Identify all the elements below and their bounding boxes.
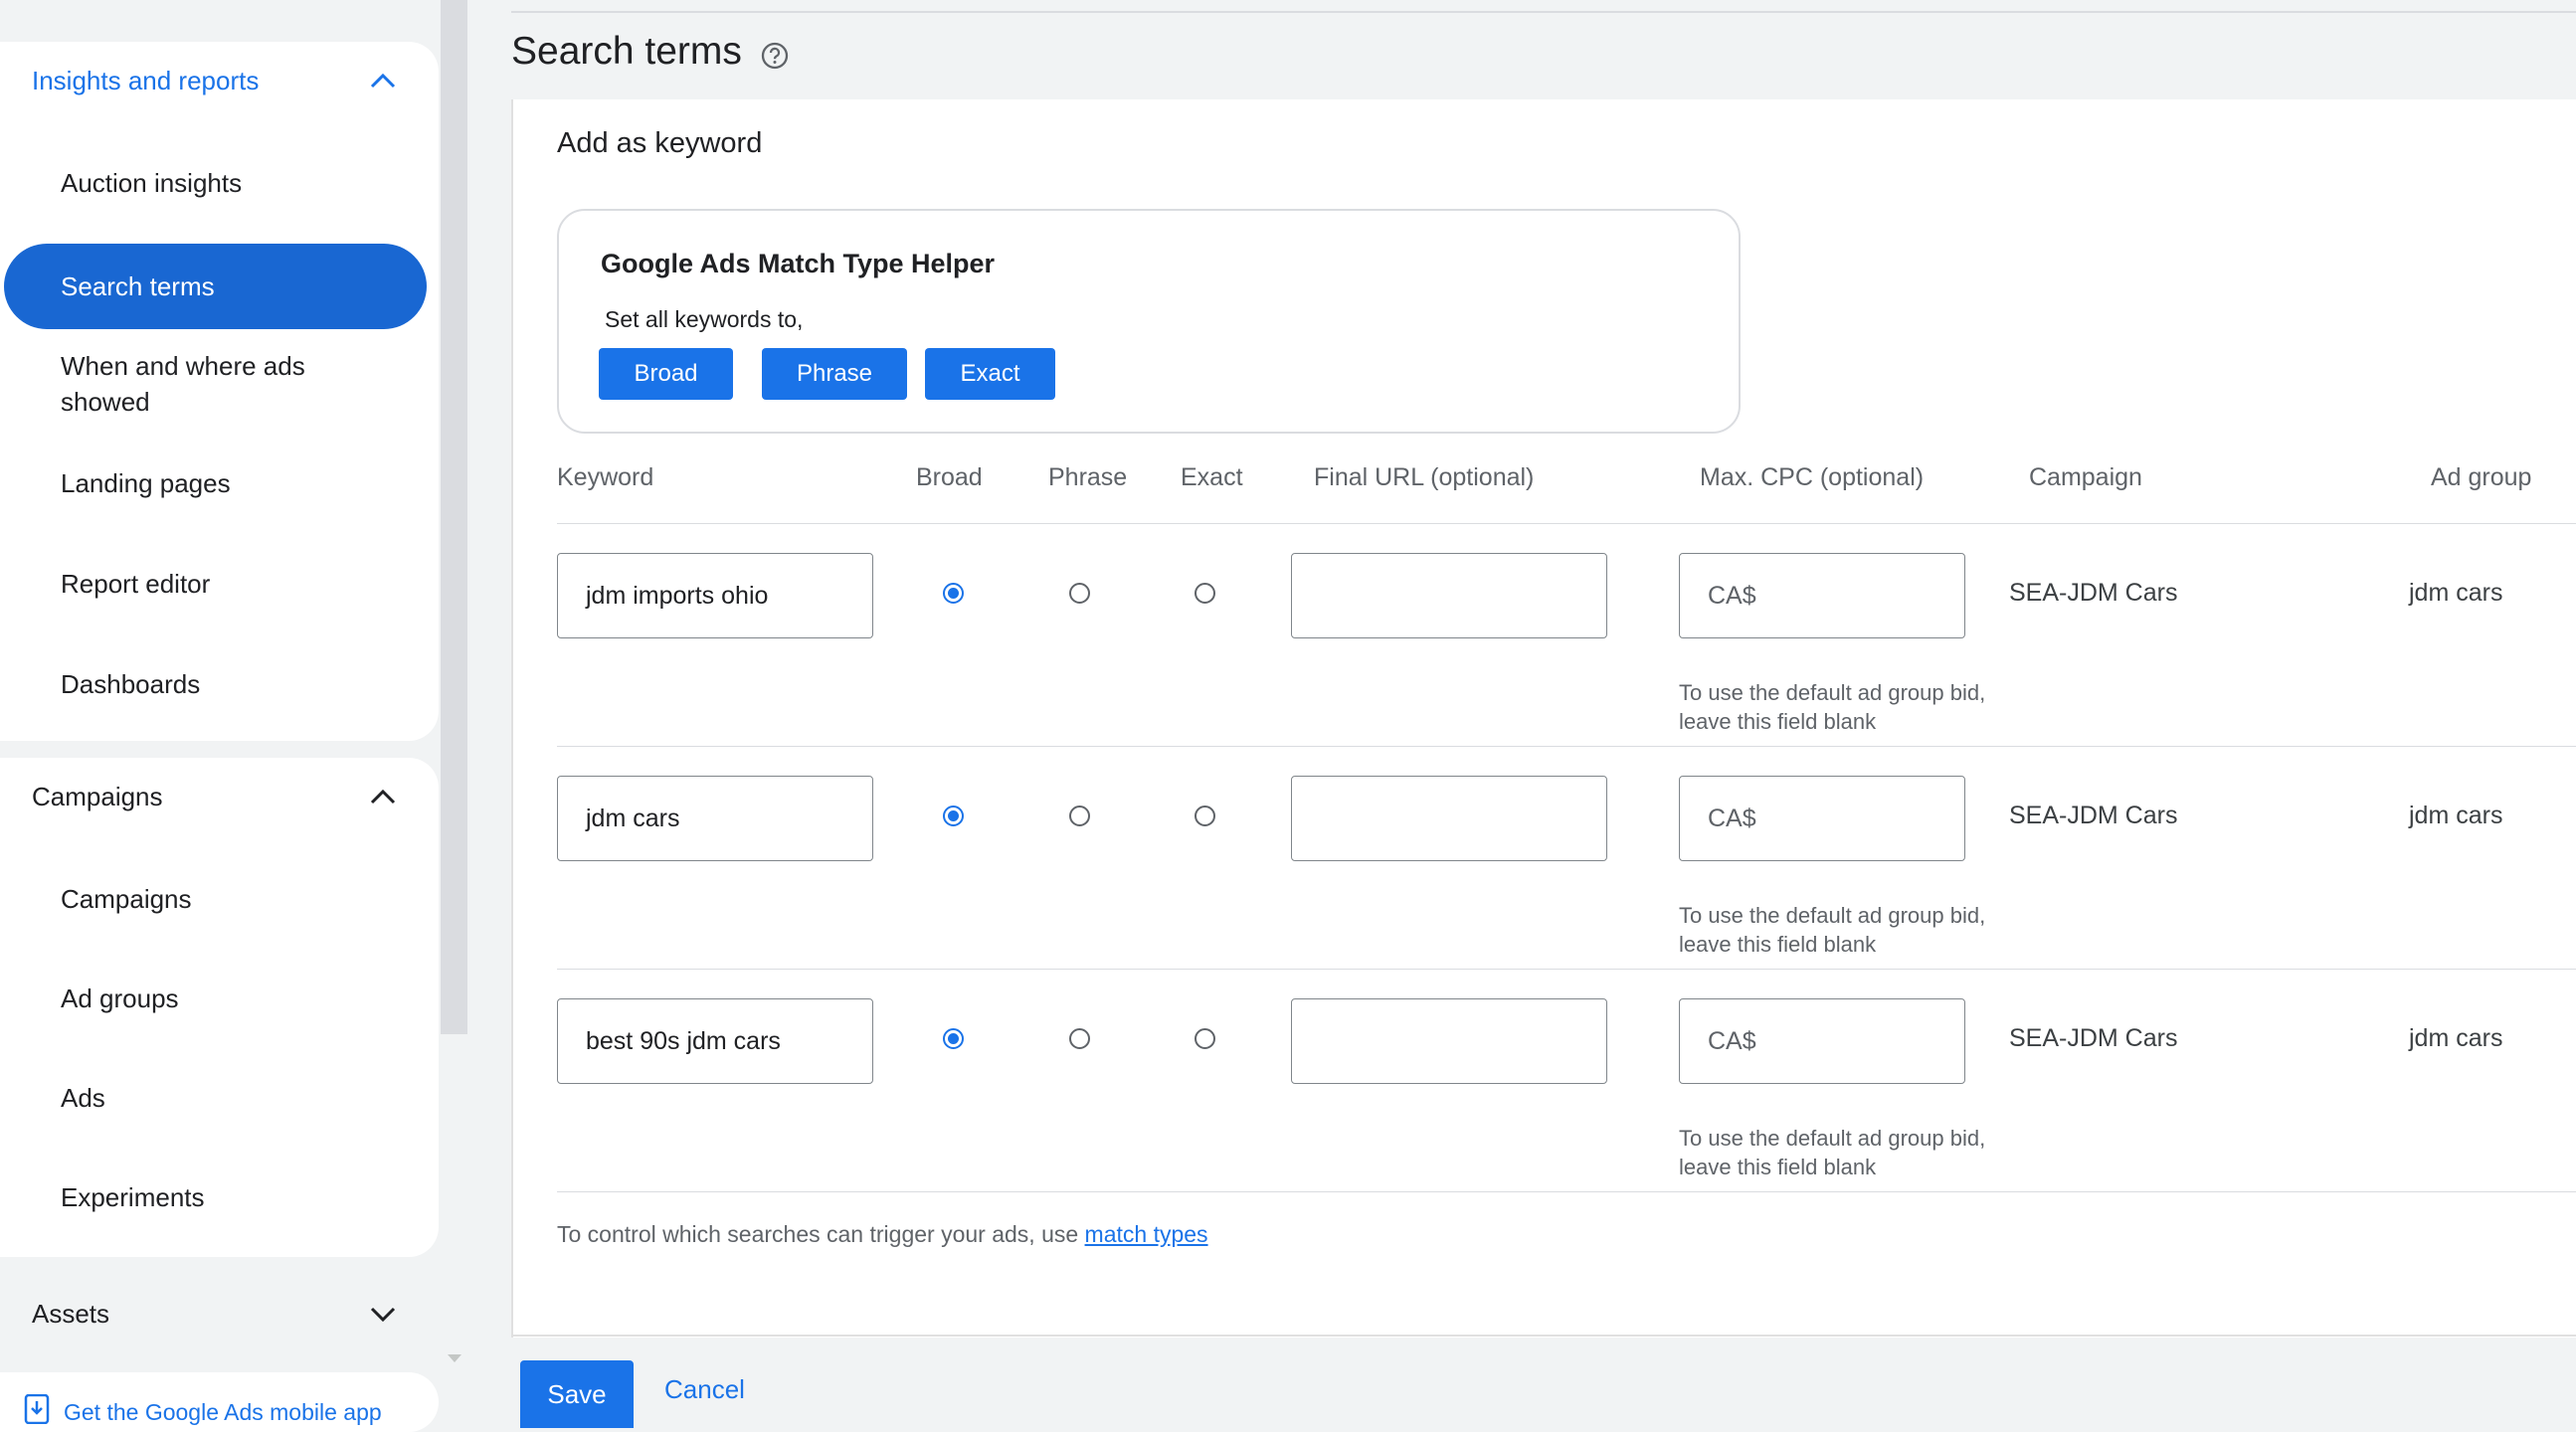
- exact-radio[interactable]: [1195, 806, 1215, 826]
- page-title-text: Search terms: [511, 30, 742, 73]
- column-header-exact: Exact: [1181, 463, 1243, 491]
- final-url-input[interactable]: [1291, 776, 1607, 861]
- ad-group-value: jdm cars: [2409, 579, 2503, 607]
- keyword-input[interactable]: jdm cars: [557, 776, 873, 861]
- final-url-input[interactable]: [1291, 998, 1607, 1084]
- chevron-down-icon: [366, 1297, 400, 1331]
- sidebar-item-search-terms[interactable]: Search terms: [4, 244, 427, 329]
- set-phrase-button[interactable]: Phrase: [762, 348, 907, 400]
- assets-section-title: Assets: [32, 1298, 110, 1329]
- exact-radio[interactable]: [1195, 583, 1215, 604]
- actions-divider: [511, 1335, 2576, 1337]
- final-url-input[interactable]: [1291, 553, 1607, 638]
- sidebar-item-when-and-where-ads-showed[interactable]: When and where ads showed: [0, 348, 398, 420]
- phrase-radio[interactable]: [1069, 583, 1090, 604]
- phrase-radio[interactable]: [1069, 1028, 1090, 1049]
- campaigns-section-title: Campaigns: [32, 781, 163, 811]
- chevron-up-icon: [366, 64, 400, 97]
- help-circle-icon[interactable]: [760, 37, 790, 70]
- sidebar-item-ads[interactable]: Ads: [0, 1080, 428, 1116]
- column-header-broad: Broad: [916, 463, 983, 491]
- campaigns-section-header[interactable]: Campaigns: [32, 780, 400, 813]
- match-type-helper: Google Ads Match Type Helper Set all key…: [557, 209, 1741, 434]
- header-divider: [511, 11, 2576, 13]
- column-header-max-cpc: Max. CPC (optional): [1700, 463, 1925, 491]
- max-cpc-input[interactable]: CA$: [1679, 998, 1965, 1084]
- sidebar-scrollbar-thumb[interactable]: [441, 0, 467, 1034]
- max-cpc-input[interactable]: CA$: [1679, 776, 1965, 861]
- max-cpc-help-text: To use the default ad group bid, leave t…: [1679, 903, 1986, 957]
- helper-subtitle: Set all keywords to,: [605, 306, 804, 332]
- max-cpc-help-text: To use the default ad group bid, leave t…: [1679, 680, 1986, 734]
- row-divider: [557, 1191, 2576, 1192]
- campaign-value: SEA-JDM Cars: [2009, 1024, 2178, 1052]
- sidebar-item-ad-groups[interactable]: Ad groups: [0, 981, 428, 1016]
- set-exact-button[interactable]: Exact: [925, 348, 1055, 400]
- column-header-campaign: Campaign: [2029, 463, 2142, 491]
- column-header-ad-group: Ad group: [2431, 463, 2532, 491]
- insights-section: Insights and reports Auction insights Se…: [0, 42, 439, 741]
- phrase-radio[interactable]: [1069, 806, 1090, 826]
- campaigns-section: Campaigns Campaigns Ad groups Ads Experi…: [0, 758, 439, 1257]
- chevron-up-icon: [366, 780, 400, 813]
- keyword-input[interactable]: best 90s jdm cars: [557, 998, 873, 1084]
- sidebar-item-campaigns[interactable]: Campaigns: [0, 881, 428, 917]
- add-keyword-panel: Add as keyword Google Ads Match Type Hel…: [511, 99, 2576, 1338]
- sidebar-item-dashboards[interactable]: Dashboards: [0, 666, 428, 702]
- max-cpc-input[interactable]: CA$: [1679, 553, 1965, 638]
- insights-section-header[interactable]: Insights and reports: [32, 64, 400, 97]
- keyword-input[interactable]: jdm imports ohio: [557, 553, 873, 638]
- campaign-value: SEA-JDM Cars: [2009, 802, 2178, 829]
- table-row: jdm imports ohio CA$ To use the default …: [513, 523, 2576, 746]
- column-header-keyword: Keyword: [557, 463, 654, 491]
- column-header-phrase: Phrase: [1048, 463, 1128, 491]
- insights-section-title: Insights and reports: [32, 65, 260, 95]
- ad-group-value: jdm cars: [2409, 1024, 2503, 1052]
- match-types-footnote: To control which searches can trigger yo…: [557, 1221, 1208, 1248]
- table-row: jdm cars CA$ To use the default ad group…: [513, 746, 2576, 969]
- ad-group-value: jdm cars: [2409, 802, 2503, 829]
- max-cpc-help-text: To use the default ad group bid, leave t…: [1679, 1126, 1986, 1179]
- broad-radio[interactable]: [943, 806, 964, 826]
- sidebar-item-report-editor[interactable]: Report editor: [0, 566, 428, 602]
- assets-section-header[interactable]: Assets: [32, 1297, 400, 1331]
- footnote-text: To control which searches can trigger yo…: [557, 1221, 1085, 1247]
- broad-radio[interactable]: [943, 1028, 964, 1049]
- sidebar-item-auction-insights[interactable]: Auction insights: [0, 165, 428, 201]
- column-header-final-url: Final URL (optional): [1314, 463, 1535, 491]
- sidebar-item-experiments[interactable]: Experiments: [0, 1179, 428, 1215]
- page-title: Search terms: [511, 30, 790, 74]
- campaign-value: SEA-JDM Cars: [2009, 579, 2178, 607]
- match-types-link[interactable]: match types: [1085, 1221, 1208, 1247]
- save-button[interactable]: Save: [520, 1360, 634, 1428]
- helper-title: Google Ads Match Type Helper: [601, 249, 996, 278]
- scroll-down-arrow-icon[interactable]: [448, 1354, 461, 1362]
- broad-radio[interactable]: [943, 583, 964, 604]
- panel-title: Add as keyword: [557, 127, 763, 159]
- table-row: best 90s jdm cars CA$ To use the default…: [513, 969, 2576, 1191]
- sidebar-item-landing-pages[interactable]: Landing pages: [0, 465, 428, 501]
- sidebar: Insights and reports Auction insights Se…: [0, 0, 468, 1432]
- exact-radio[interactable]: [1195, 1028, 1215, 1049]
- set-broad-button[interactable]: Broad: [599, 348, 733, 400]
- mobile-app-label: Get the Google Ads mobile app: [64, 1398, 382, 1425]
- cancel-button[interactable]: Cancel: [664, 1374, 745, 1405]
